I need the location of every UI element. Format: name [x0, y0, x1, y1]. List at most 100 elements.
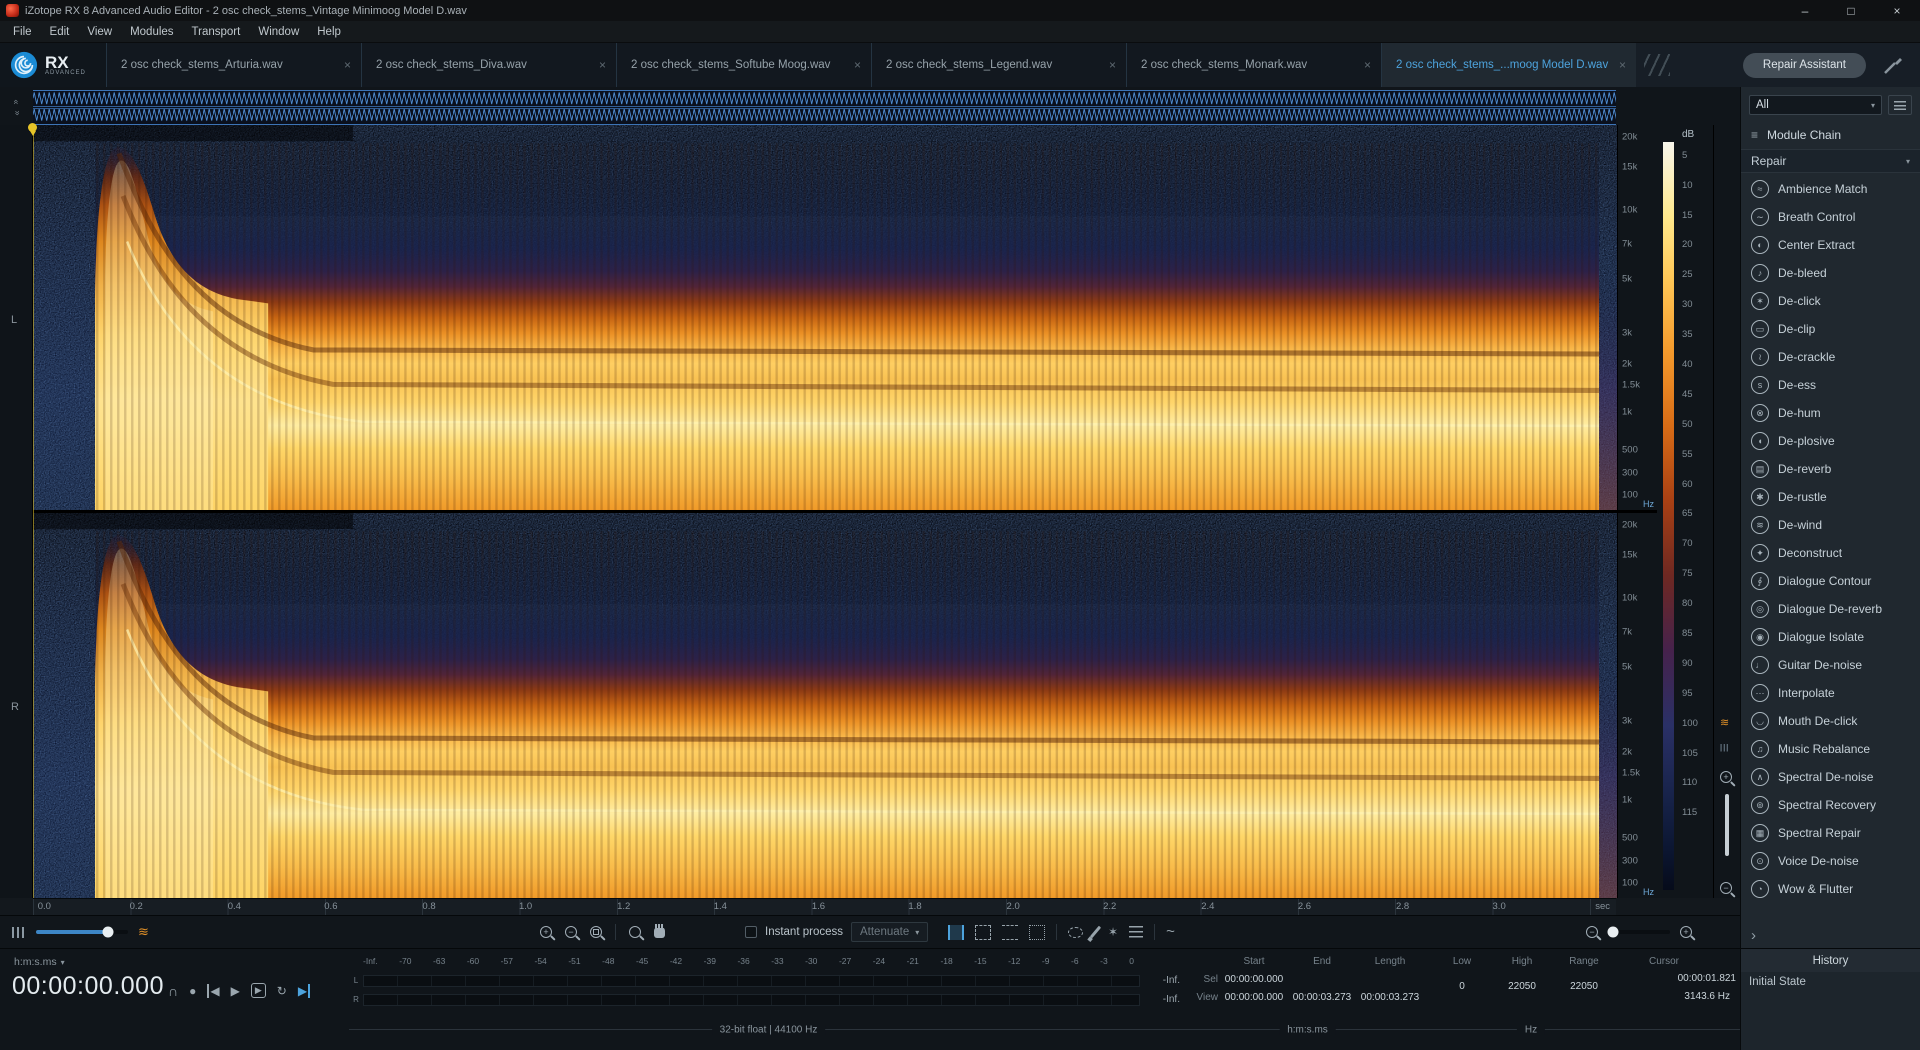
menu-item[interactable]: Help — [308, 26, 350, 38]
loop-button[interactable]: ↻ — [277, 984, 287, 998]
view-length-value[interactable]: 00:00:03.273 — [1356, 992, 1424, 1003]
minimize-button[interactable]: – — [1782, 0, 1828, 21]
frequency-ruler-left[interactable]: Hz 20k 15k 10k 7k 5k 3k 2k 1.5k 1k 500 300 100 — [1618, 125, 1657, 510]
spectrogram-view[interactable] — [28, 123, 1617, 898]
hand-tool-icon[interactable] — [654, 923, 665, 938]
level-meter-icon[interactable] — [12, 926, 26, 938]
instant-process-checkbox[interactable] — [745, 926, 757, 938]
module-item[interactable]: ⊚ Spectral Recovery — [1741, 791, 1920, 819]
module-item[interactable]: ▭ De-clip — [1741, 315, 1920, 343]
module-item[interactable]: ∧ Spectral De-noise — [1741, 763, 1920, 791]
menu-item[interactable]: View — [78, 26, 121, 38]
module-filter-select[interactable]: All ▾ — [1749, 95, 1882, 115]
file-tab[interactable]: 2 osc check_stems_Legend.wav × — [871, 43, 1126, 87]
module-item[interactable]: ♪ De-bleed — [1741, 259, 1920, 287]
frequency-ruler-right[interactable]: Hz 20k 15k 10k 7k 5k 3k 2k 1.5k 1k 500 300 100 — [1618, 510, 1657, 898]
zoom-out-vertical-icon[interactable]: − — [1720, 882, 1732, 895]
freq-range-value[interactable]: 22050 — [1553, 981, 1615, 992]
module-item[interactable]: ◉ Dialogue Isolate — [1741, 623, 1920, 651]
collapse-overview-up-icon[interactable]: « — [11, 99, 21, 104]
module-item[interactable]: ⊗ De-hum — [1741, 399, 1920, 427]
module-item[interactable]: ≀ De-crackle — [1741, 343, 1920, 371]
tab-close-icon[interactable]: × — [344, 58, 351, 72]
wave-spec-blend-slider[interactable] — [36, 926, 128, 938]
expand-panel-icon[interactable]: › — [1741, 926, 1920, 948]
time-ruler[interactable]: sec 0.0 0.2 0.4 0.6 0.8 1.0 1.2 1.4 1.6 1.8 2.0 2.2… — [33, 898, 1616, 915]
file-tab[interactable]: 2 osc check_stems_Monark.wav × — [1126, 43, 1381, 87]
module-item[interactable]: ◡ Mouth De-click — [1741, 707, 1920, 735]
blend-slider-knob[interactable] — [102, 926, 114, 938]
module-item[interactable]: ▦ Spectral Repair — [1741, 819, 1920, 847]
sel-end-value[interactable] — [1288, 974, 1356, 985]
zoom-in-time-icon[interactable]: + — [540, 926, 552, 938]
freq-high-value[interactable]: 22050 — [1491, 981, 1553, 992]
menu-item[interactable]: File — [4, 26, 41, 38]
collapse-overview-down-icon[interactable]: « — [11, 110, 21, 115]
file-tab[interactable]: 2 osc check_stems_Softube Moog.wav × — [616, 43, 871, 87]
tab-close-icon[interactable]: × — [854, 58, 861, 72]
zoom-selection-icon[interactable] — [590, 926, 602, 938]
tab-close-icon[interactable]: × — [599, 58, 606, 72]
menu-item[interactable]: Modules — [121, 26, 182, 38]
module-chain-item[interactable]: ≡ Module Chain — [1741, 121, 1920, 149]
menu-item[interactable]: Edit — [41, 26, 79, 38]
spectrogram-right-channel[interactable] — [33, 513, 1617, 898]
zoom-out-time-icon[interactable]: − — [565, 926, 577, 938]
tab-close-icon[interactable]: × — [1364, 58, 1371, 72]
module-item[interactable]: ∼ Breath Control — [1741, 203, 1920, 231]
spectrogram-icon[interactable]: ≋ — [138, 924, 149, 940]
view-start-value[interactable]: 00:00:00.000 — [1220, 992, 1288, 1003]
module-item[interactable]: ◖ De-plosive — [1741, 427, 1920, 455]
module-item[interactable]: ♫ Music Rebalance — [1741, 735, 1920, 763]
category-select[interactable]: Repair ▾ — [1741, 149, 1920, 173]
file-tab[interactable]: 2 osc check_stems_Arturia.wav × — [106, 43, 361, 87]
module-item[interactable]: ⊙ Voice De-noise — [1741, 847, 1920, 875]
module-item[interactable]: ≈ Ambience Match — [1741, 175, 1920, 203]
spectrogram-blend-icon[interactable]: ||| — [1720, 743, 1729, 752]
module-item[interactable]: ♩ Guitar De-noise — [1741, 651, 1920, 679]
module-item[interactable]: ✱ De-rustle — [1741, 483, 1920, 511]
process-mode-select[interactable]: Attenuate ▾ — [850, 922, 929, 942]
return-to-start-button[interactable]: ◀ — [207, 983, 220, 998]
lasso-tool-icon[interactable] — [1068, 926, 1083, 938]
menu-item[interactable]: Window — [249, 26, 308, 38]
repair-assistant-button[interactable]: Repair Assistant — [1742, 52, 1866, 78]
menu-item[interactable]: Transport — [183, 26, 250, 38]
sel-start-value[interactable]: 00:00:00.000 — [1220, 974, 1288, 985]
record-button[interactable]: ● — [189, 984, 196, 998]
file-tab[interactable]: 2 osc check_stems_Diva.wav × — [361, 43, 616, 87]
module-item[interactable]: s De-ess — [1741, 371, 1920, 399]
maximize-button[interactable]: □ — [1828, 0, 1874, 21]
time-format-select[interactable]: h:m:s.ms ▾ — [14, 956, 65, 968]
overview-zoom-in-icon[interactable]: + — [1680, 926, 1692, 938]
playhead-marker[interactable] — [28, 123, 37, 136]
module-item[interactable]: ▤ De-reverb — [1741, 455, 1920, 483]
vertical-scrollbar[interactable] — [1725, 793, 1729, 856]
module-item[interactable]: ◎ Dialogue De-reverb — [1741, 595, 1920, 623]
module-item[interactable]: ⋯ Interpolate — [1741, 679, 1920, 707]
monitor-button[interactable]: ∩ — [168, 984, 178, 998]
sel-length-value[interactable] — [1356, 974, 1424, 985]
freq-low-value[interactable]: 0 — [1433, 981, 1491, 992]
zoom-in-vertical-icon[interactable]: + — [1720, 771, 1732, 784]
time-frequency-selection-tool[interactable] — [975, 924, 991, 940]
waveform-overview[interactable] — [33, 90, 1616, 125]
waveform-blend-icon[interactable]: ≋ — [1720, 716, 1729, 729]
signal-curve-icon[interactable]: ~ — [1166, 924, 1175, 939]
magic-wand-tool-icon[interactable]: ✶ — [1108, 926, 1118, 938]
free-selection-tool[interactable] — [1029, 924, 1045, 940]
brush-tool-icon[interactable] — [1089, 925, 1102, 939]
module-item[interactable]: ✦ Deconstruct — [1741, 539, 1920, 567]
overview-zoom-slider[interactable] — [1607, 926, 1670, 938]
file-tab[interactable]: 2 osc check_stems_...moog Model D.wav × — [1381, 43, 1636, 87]
time-selection-tool[interactable] — [948, 924, 964, 940]
repair-brush-icon[interactable] — [1882, 54, 1904, 76]
module-item[interactable]: ◐ Center Extract — [1741, 231, 1920, 259]
tab-close-icon[interactable]: × — [1619, 58, 1626, 72]
module-item[interactable]: ∮ Dialogue Contour — [1741, 567, 1920, 595]
play-to-end-button[interactable]: ▶ — [298, 983, 311, 998]
harmonics-tool-icon[interactable] — [1129, 926, 1144, 938]
module-item[interactable]: ◔ Wow & Flutter — [1741, 875, 1920, 903]
tab-overflow-icon[interactable] — [1644, 54, 1670, 76]
view-end-value[interactable]: 00:00:03.273 — [1288, 992, 1356, 1003]
